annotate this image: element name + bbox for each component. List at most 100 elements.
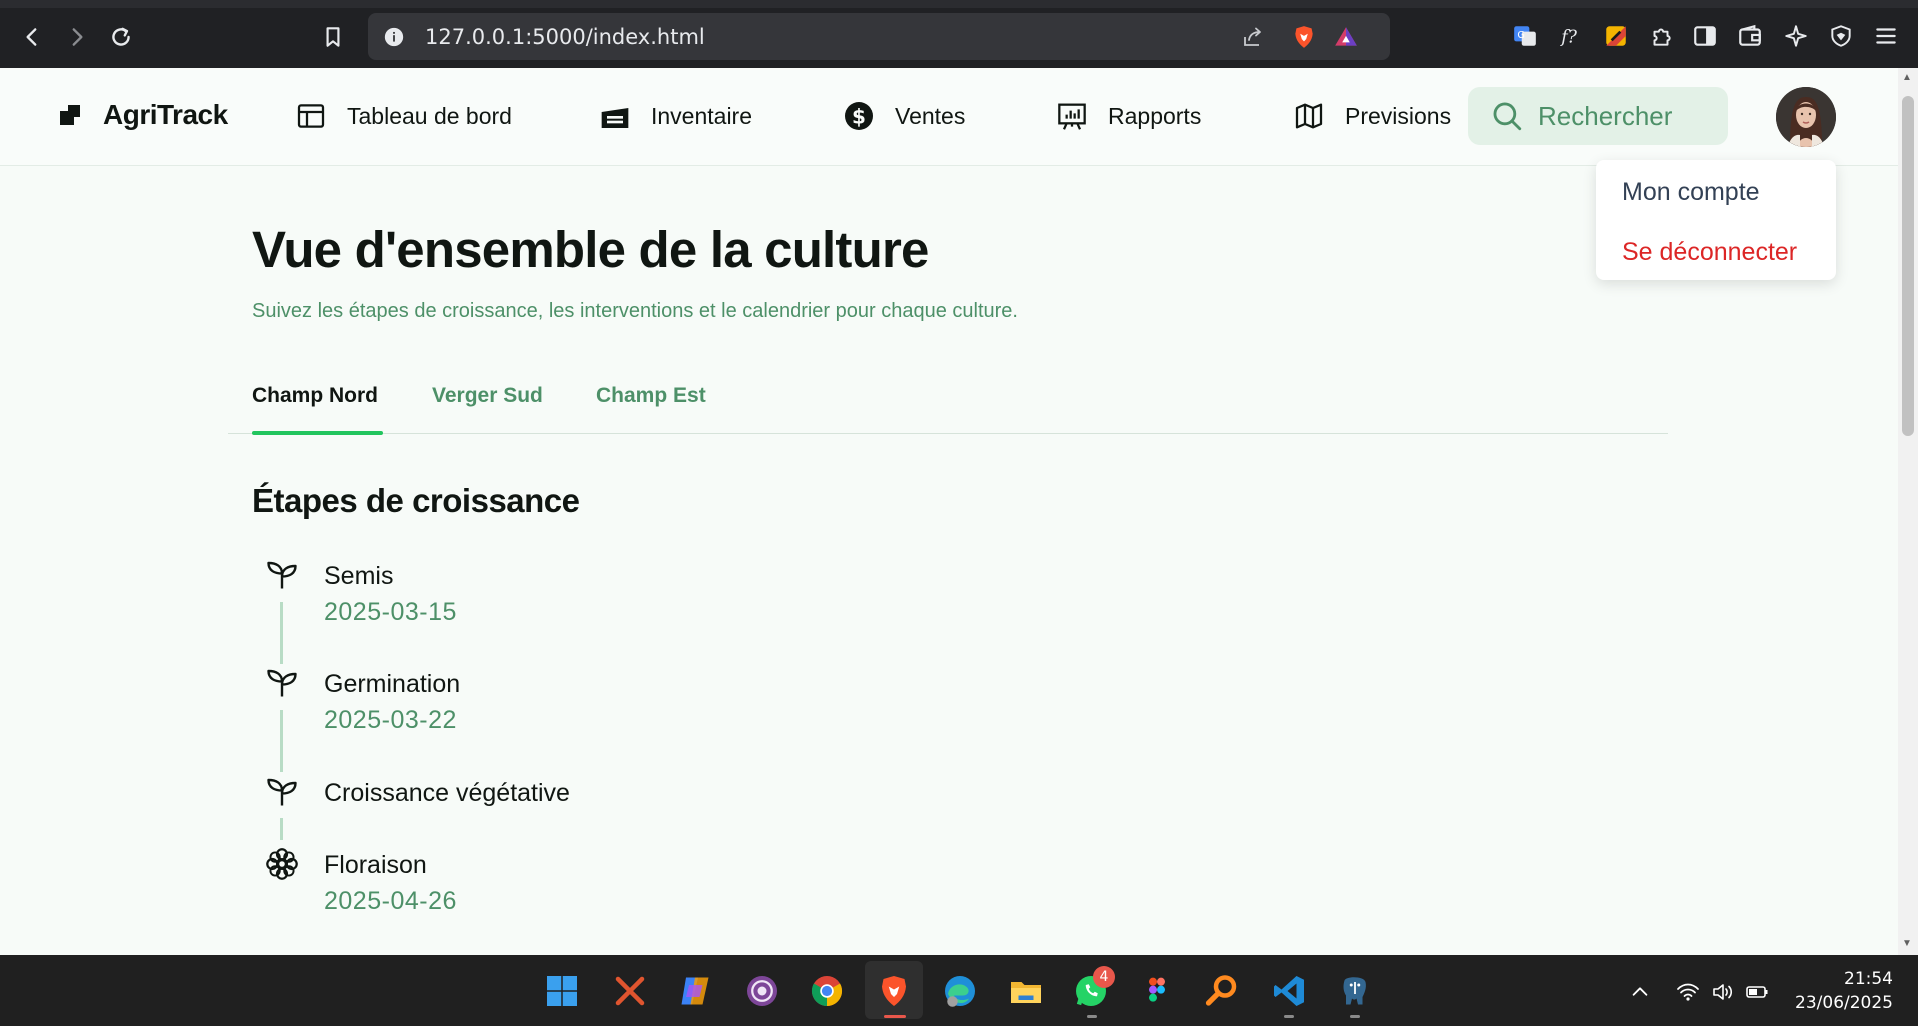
scroll-down-icon[interactable]: ▼ xyxy=(1902,938,1912,949)
app-header: AgriTrack Tableau de bord Inventaire $ V… xyxy=(0,68,1898,166)
timeline-connector xyxy=(280,602,283,664)
search-placeholder: Rechercher xyxy=(1538,100,1673,131)
clock-time: 21:54 xyxy=(1844,969,1893,989)
postgresql-icon[interactable] xyxy=(1336,972,1374,1010)
copilot-icon[interactable] xyxy=(676,972,714,1010)
nav-item-tableau-de-bord[interactable]: Tableau de bord xyxy=(295,100,512,132)
system-clock[interactable]: 21:54 23/06/2025 xyxy=(1795,967,1893,1015)
wallet-icon[interactable] xyxy=(1736,22,1764,50)
running-app-indicator xyxy=(1087,1015,1097,1018)
running-app-indicator xyxy=(1284,1015,1294,1018)
stage-date: 2025-04-26 xyxy=(324,887,457,915)
page-scrollbar[interactable]: ▲ ▼ xyxy=(1898,68,1918,955)
windows-taskbar: 4 21:54 23/06/2025 xyxy=(0,955,1918,1026)
color-picker-extension-icon[interactable] xyxy=(1602,22,1630,50)
logo-icon xyxy=(60,105,80,125)
timeline-connector xyxy=(280,818,283,840)
nav-label: Inventaire xyxy=(651,102,753,129)
reload-icon xyxy=(112,27,130,46)
nav-item-inventaire[interactable]: Inventaire xyxy=(599,100,752,132)
user-avatar[interactable] xyxy=(1776,87,1836,147)
menu-item-se-deconnecter[interactable]: Se déconnecter xyxy=(1622,238,1797,267)
wifi-icon[interactable] xyxy=(1674,978,1702,1006)
svg-text:G: G xyxy=(1517,30,1525,41)
figma-icon[interactable] xyxy=(1138,972,1176,1010)
presentation-chart-icon xyxy=(1058,103,1086,130)
bookmark-button[interactable] xyxy=(318,22,348,52)
nav-label: Tableau de bord xyxy=(347,102,512,129)
tor-browser-icon[interactable] xyxy=(743,972,781,1010)
sidebar-toggle-icon[interactable] xyxy=(1691,22,1719,50)
timeline-connector xyxy=(280,710,283,772)
tab-champ-est[interactable]: Champ Est xyxy=(596,384,706,408)
address-bar[interactable]: 127.0.0.1:5000/index.html xyxy=(368,13,1390,60)
url-text: 127.0.0.1:5000/index.html xyxy=(425,25,705,49)
translate-extension-icon[interactable]: G xyxy=(1511,22,1539,50)
active-tab-indicator xyxy=(252,431,383,435)
back-button[interactable] xyxy=(17,22,47,52)
stage-date: 2025-03-15 xyxy=(324,598,457,626)
search-app-icon[interactable] xyxy=(1203,972,1241,1010)
nav-item-rapports[interactable]: Rapports xyxy=(1056,100,1201,132)
svg-text:$: $ xyxy=(852,104,866,128)
stage-name: Germination xyxy=(324,670,461,698)
menu-icon[interactable] xyxy=(1872,22,1900,50)
site-info-icon[interactable] xyxy=(381,24,407,50)
reload-button[interactable] xyxy=(106,22,136,52)
vpn-shield-icon[interactable] xyxy=(1827,22,1855,50)
chrome-icon[interactable] xyxy=(808,972,846,1010)
nav-label: Ventes xyxy=(895,102,966,129)
clock-date: 23/06/2025 xyxy=(1795,993,1893,1013)
windows-start-icon[interactable] xyxy=(543,972,581,1010)
volume-icon[interactable] xyxy=(1709,978,1737,1006)
bookmark-icon xyxy=(326,27,340,47)
font-extension-icon[interactable]: f? xyxy=(1557,22,1585,50)
browser-chrome: 127.0.0.1:5000/index.html G f? xyxy=(0,0,1918,68)
menu-item-mon-compte[interactable]: Mon compte xyxy=(1622,178,1760,207)
stage-name: Croissance végétative xyxy=(324,779,570,807)
tab-strip xyxy=(0,0,1918,8)
nav-label: Previsions xyxy=(1345,102,1452,129)
tab-verger-sud[interactable]: Verger Sud xyxy=(432,384,543,408)
nav-item-ventes[interactable]: $ Ventes xyxy=(843,100,965,132)
page-title: Vue d'ensemble de la culture xyxy=(252,221,929,278)
section-title: Étapes de croissance xyxy=(252,482,580,519)
tray-overflow-icon[interactable] xyxy=(1626,978,1654,1006)
file-explorer-icon[interactable] xyxy=(1007,972,1045,1010)
leo-ai-icon[interactable] xyxy=(1782,22,1810,50)
brand-logo[interactable]: AgriTrack xyxy=(60,99,228,131)
brave-shields-icon[interactable] xyxy=(1291,24,1317,50)
battery-icon[interactable] xyxy=(1743,978,1771,1006)
dollar-icon: $ xyxy=(845,102,873,130)
flower-icon xyxy=(266,848,298,880)
notification-badge: 4 xyxy=(1093,966,1115,988)
sprout-icon xyxy=(267,669,297,697)
brave-taskbar-icon[interactable] xyxy=(875,972,913,1010)
chevron-left-icon xyxy=(26,28,37,46)
vscode-icon[interactable] xyxy=(1270,972,1308,1010)
field-tabs: Champ Nord Verger Sud Champ Est xyxy=(228,358,1668,435)
forward-button[interactable] xyxy=(62,22,92,52)
brave-rewards-icon[interactable] xyxy=(1333,24,1359,50)
scroll-thumb[interactable] xyxy=(1902,96,1914,436)
scroll-up-icon[interactable]: ▲ xyxy=(1902,72,1912,83)
chevron-right-icon xyxy=(72,28,83,46)
x-app-icon[interactable] xyxy=(611,972,649,1010)
share-icon[interactable] xyxy=(1240,24,1266,50)
tab-champ-nord[interactable]: Champ Nord xyxy=(252,384,378,408)
search-icon xyxy=(1493,102,1522,131)
active-app-indicator xyxy=(884,1015,906,1018)
sprout-icon xyxy=(267,561,297,589)
stage-name: Semis xyxy=(324,562,394,590)
running-app-indicator xyxy=(1350,1015,1360,1018)
edge-icon[interactable] xyxy=(941,972,979,1010)
brand-name: AgriTrack xyxy=(103,99,228,130)
user-dropdown-menu: Mon compte Se déconnecter xyxy=(1596,160,1836,280)
stage-date: 2025-03-22 xyxy=(324,706,457,734)
nav-label: Rapports xyxy=(1108,102,1202,129)
warehouse-icon xyxy=(601,108,629,128)
extensions-puzzle-icon[interactable] xyxy=(1647,22,1675,50)
nav-item-previsions[interactable]: Previsions xyxy=(1293,100,1451,132)
map-icon xyxy=(1295,103,1323,129)
search-box[interactable]: Rechercher xyxy=(1468,87,1728,145)
